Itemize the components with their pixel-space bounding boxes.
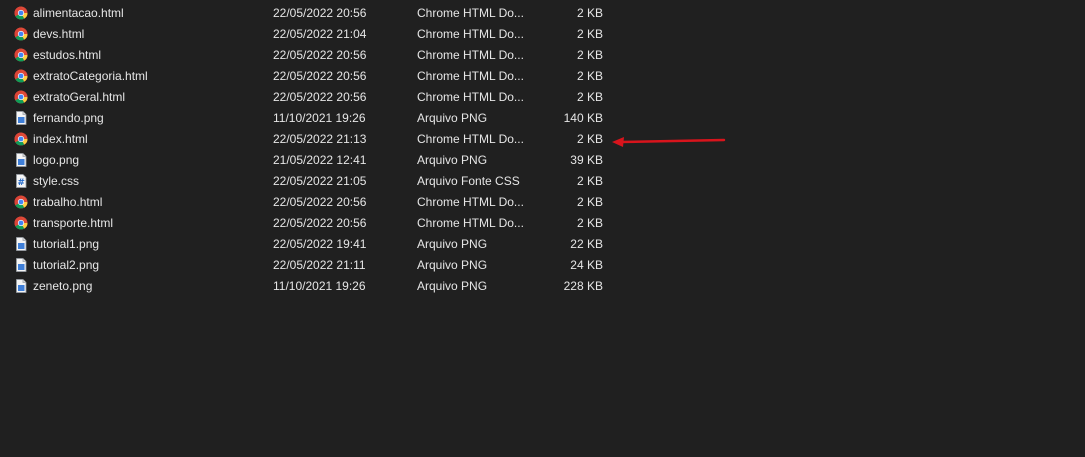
file-name: logo.png [33,153,80,167]
file-size: 2 KB [576,6,603,20]
file-row[interactable]: tutorial2.png 22/05/2022 21:11 Arquivo PNG… [0,255,1085,276]
chrome-icon [14,90,28,104]
file-type: Arquivo PNG [417,279,488,293]
file-name: extratoCategoria.html [33,69,148,83]
chrome-icon [14,27,28,41]
file-size: 24 KB [570,258,603,272]
file-type: Arquivo Fonte CSS [417,174,520,188]
file-row[interactable]: logo.png 21/05/2022 12:41 Arquivo PNG 39 KB [0,150,1085,171]
svg-text:#: # [17,178,25,188]
file-name: zeneto.png [33,279,93,293]
file-name: devs.html [33,27,85,41]
file-date: 22/05/2022 20:56 [273,195,367,209]
file-type: Chrome HTML Do... [417,69,524,83]
file-row[interactable]: extratoGeral.html 22/05/2022 20:56 Chrome … [0,87,1085,108]
file-date: 22/05/2022 21:11 [273,258,366,272]
file-name: transporte.html [33,216,114,230]
file-date: 22/05/2022 20:56 [273,69,367,83]
file-size: 2 KB [576,90,603,104]
file-size: 228 KB [563,279,603,293]
file-date: 22/05/2022 21:04 [273,27,367,41]
file-type: Arquivo PNG [417,258,488,272]
file-size: 140 KB [563,111,603,125]
file-date: 22/05/2022 20:56 [273,6,367,20]
file-type: Chrome HTML Do... [417,27,524,41]
file-type: Chrome HTML Do... [417,90,524,104]
file-date: 11/10/2021 19:26 [273,111,366,125]
file-name: index.html [33,132,88,146]
file-size: 2 KB [576,195,603,209]
file-size: 39 KB [570,153,603,167]
image-file-icon [14,258,28,272]
file-type: Chrome HTML Do... [417,195,524,209]
file-type: Chrome HTML Do... [417,48,524,62]
chrome-icon [14,6,28,20]
file-list: alimentacao.html 22/05/2022 20:56 Chrome H… [0,3,1085,297]
file-name: style.css [33,174,80,188]
file-name: estudos.html [33,48,102,62]
file-size: 2 KB [576,132,603,146]
image-file-icon [14,237,28,251]
file-row[interactable]: # style.css 22/05/2022 21:05 Arquivo Fonte … [0,171,1085,192]
file-row[interactable]: devs.html 22/05/2022 21:04 Chrome HTML Do.… [0,24,1085,45]
chrome-icon [14,195,28,209]
file-date: 21/05/2022 12:41 [273,153,367,167]
file-type: Chrome HTML Do... [417,6,524,20]
file-name: extratoGeral.html [33,90,126,104]
file-size: 22 KB [570,237,603,251]
file-name: trabalho.html [33,195,103,209]
file-type: Arquivo PNG [417,111,488,125]
file-row[interactable]: extratoCategoria.html 22/05/2022 20:56 Chr… [0,66,1085,87]
file-row[interactable]: estudos.html 22/05/2022 20:56 Chrome HTML … [0,45,1085,66]
file-date: 22/05/2022 21:13 [273,132,367,146]
red-arrow-icon [612,137,726,147]
chrome-icon [14,132,28,146]
file-size: 2 KB [576,174,603,188]
file-date: 11/10/2021 19:26 [273,279,366,293]
file-type: Arquivo PNG [417,237,488,251]
file-date: 22/05/2022 20:56 [273,216,367,230]
chrome-icon [14,216,28,230]
file-date: 22/05/2022 20:56 [273,48,367,62]
file-type: Arquivo PNG [417,153,488,167]
file-name: tutorial1.png [33,237,100,251]
file-date: 22/05/2022 20:56 [273,90,367,104]
image-file-icon [14,153,28,167]
css-file-icon: # [14,174,28,188]
file-type: Chrome HTML Do... [417,216,524,230]
file-size: 2 KB [576,216,603,230]
file-size: 2 KB [576,69,603,83]
file-date: 22/05/2022 21:05 [273,174,367,188]
chrome-icon [14,48,28,62]
file-row[interactable]: alimentacao.html 22/05/2022 20:56 Chrome H… [0,3,1085,24]
file-name: fernando.png [33,111,104,125]
file-name: alimentacao.html [33,6,124,20]
file-row[interactable]: transporte.html 22/05/2022 20:56 Chrome HT… [0,213,1085,234]
file-size: 2 KB [576,48,603,62]
image-file-icon [14,279,28,293]
file-date: 22/05/2022 19:41 [273,237,367,251]
file-name: tutorial2.png [33,258,100,272]
image-file-icon [14,111,28,125]
chrome-icon [14,69,28,83]
file-type: Chrome HTML Do... [417,132,524,146]
file-size: 2 KB [576,27,603,41]
file-row[interactable]: index.html 22/05/2022 21:13 Chrome HTML Do… [0,129,1085,150]
file-row[interactable]: trabalho.html 22/05/2022 20:56 Chrome HTML… [0,192,1085,213]
file-row[interactable]: tutorial1.png 22/05/2022 19:41 Arquivo PNG… [0,234,1085,255]
file-row[interactable]: zeneto.png 11/10/2021 19:26 Arquivo PNG 228… [0,276,1085,297]
file-row[interactable]: fernando.png 11/10/2021 19:26 Arquivo PNG 1… [0,108,1085,129]
